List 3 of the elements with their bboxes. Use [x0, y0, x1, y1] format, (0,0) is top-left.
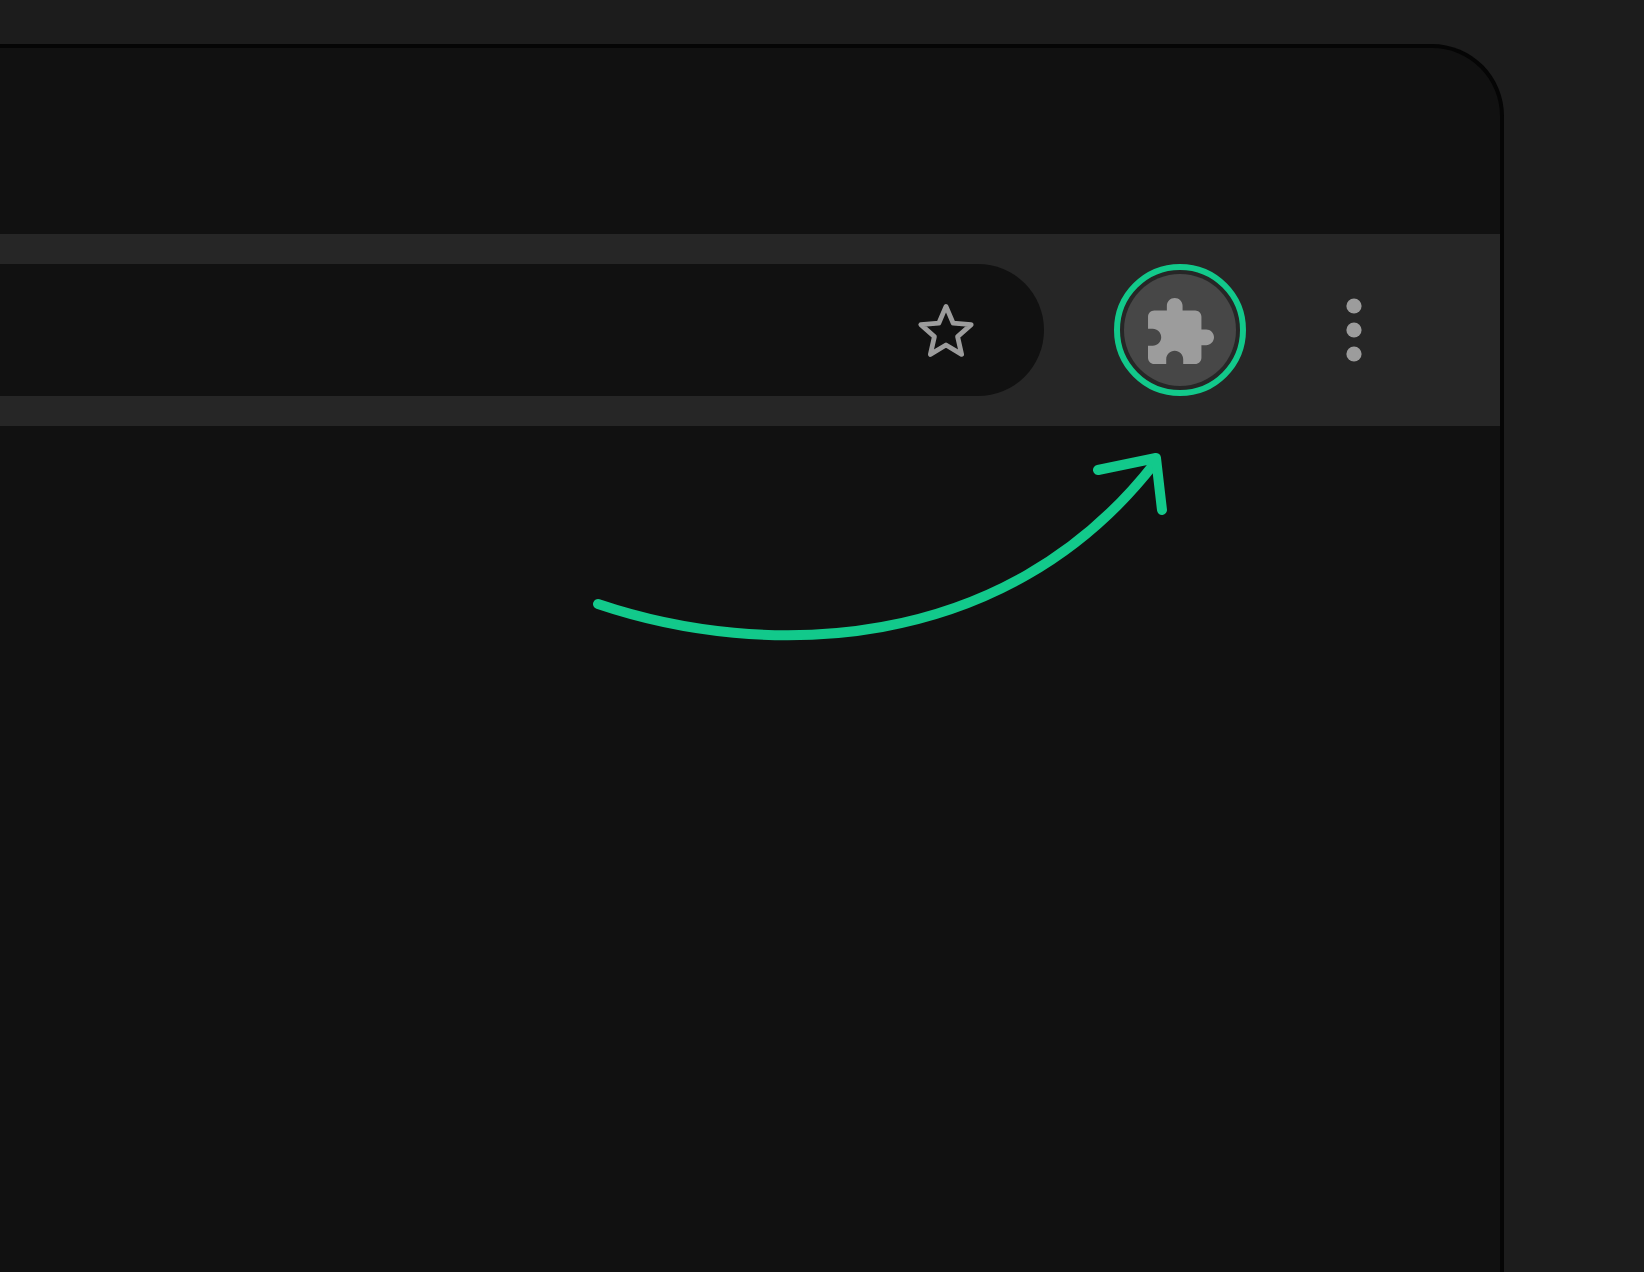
- more-menu-icon[interactable]: [1346, 298, 1362, 362]
- star-icon[interactable]: [916, 301, 976, 359]
- puzzle-icon: [1147, 297, 1213, 363]
